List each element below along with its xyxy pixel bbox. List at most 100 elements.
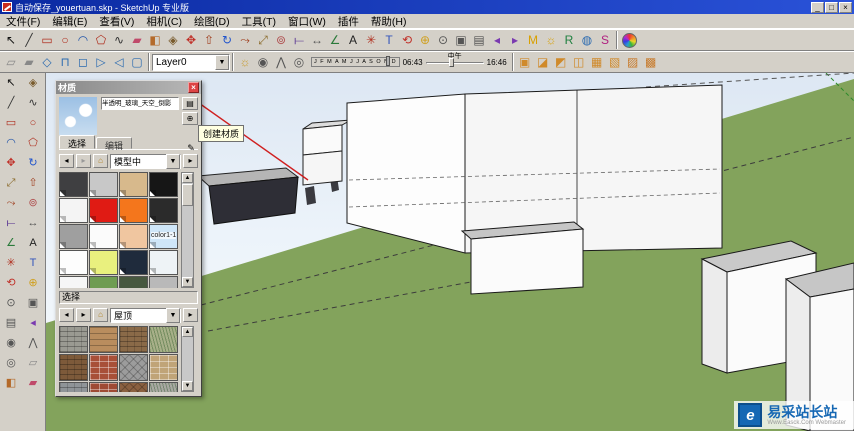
solid-union-icon[interactable]: ▣ [516, 53, 534, 71]
chevron-down-icon[interactable]: ▼ [166, 307, 180, 323]
layer-combobox[interactable]: Layer0 ▼ [152, 53, 230, 71]
menu-edit[interactable]: 编辑(E) [46, 14, 93, 29]
scroll-up-icon[interactable]: ▲ [182, 327, 193, 337]
protractor-icon[interactable]: ∠ [1, 234, 21, 253]
pan-tool-icon[interactable]: ⊕ [416, 31, 434, 49]
arc-tool-icon[interactable]: ◠ [74, 31, 92, 49]
polygon-tool-icon[interactable]: ⬠ [92, 31, 110, 49]
texture-clay-tiles[interactable] [89, 326, 118, 353]
back-view-icon[interactable]: ▢ [128, 53, 146, 71]
3d-text-icon[interactable]: T [23, 254, 43, 273]
orbit-tool-icon[interactable]: ⟲ [398, 31, 416, 49]
texture-brown-shingles[interactable] [119, 326, 148, 353]
offset-tool-icon[interactable]: ⊚ [272, 31, 290, 49]
texture-gray-shingles[interactable] [59, 326, 88, 353]
texture-green-roof[interactable] [149, 326, 178, 353]
zoom-tool-icon[interactable]: ⊙ [1, 294, 21, 313]
push-pull-icon[interactable]: ⇧ [200, 31, 218, 49]
freehand-tool-icon[interactable]: ∿ [23, 94, 43, 113]
rectangle-tool-icon[interactable]: ▭ [1, 114, 21, 133]
push-pull-icon[interactable]: ⇧ [23, 174, 43, 193]
polygon-tool-icon[interactable]: ⬠ [23, 134, 43, 153]
scale-tool-icon[interactable]: ⤢ [1, 174, 21, 193]
sample-paint-icon[interactable]: ✎ [184, 142, 198, 156]
scroll-down-icon[interactable]: ▼ [182, 277, 193, 287]
text-tool-icon[interactable]: A [344, 31, 362, 49]
material-swatch[interactable]: color1-1 [149, 224, 178, 249]
solid-split-icon[interactable]: ▦ [588, 53, 606, 71]
zoom-window-icon[interactable]: ▣ [452, 31, 470, 49]
minimize-button[interactable]: _ [811, 1, 824, 13]
rotate-tool-icon[interactable]: ↻ [218, 31, 236, 49]
section-plane-icon[interactable]: ▱ [2, 53, 20, 71]
move-tool-icon[interactable]: ✥ [1, 154, 21, 173]
model-viewport[interactable]: 材质 × 半透明_玻璃_天空_倒影 ▤ ⊕ ✎ 选择 编辑 ◂ ▸ ⌂ 模型中 … [46, 73, 854, 431]
material-swatch[interactable] [89, 250, 118, 275]
details-arrow-icon[interactable]: ▸ [183, 308, 198, 322]
eraser-tool-icon[interactable]: ▰ [128, 31, 146, 49]
material-swatch[interactable] [119, 198, 148, 223]
shadow-time-slider[interactable]: 中午 [425, 53, 484, 67]
zoom-extents-icon[interactable]: ▤ [470, 31, 488, 49]
date-slider-thumb[interactable] [385, 56, 390, 66]
scrollbar-thumb[interactable] [182, 184, 193, 206]
zoom-window-icon[interactable]: ▣ [23, 294, 43, 313]
paint-bucket-icon[interactable]: ◧ [1, 374, 21, 393]
follow-me-icon[interactable]: ⤳ [1, 194, 21, 213]
home-icon[interactable]: ⌂ [93, 154, 108, 168]
section-fill-icon[interactable]: ▰ [20, 53, 38, 71]
material-swatch[interactable] [149, 172, 178, 197]
display-secondary-pane-button[interactable]: ▤ [182, 97, 198, 110]
previous-view-icon[interactable]: ◂ [488, 31, 506, 49]
texture-brick-small[interactable] [89, 382, 118, 392]
front-view-icon[interactable]: ◻ [74, 53, 92, 71]
material-swatch[interactable] [149, 250, 178, 275]
menu-view[interactable]: 查看(V) [93, 14, 140, 29]
back-arrow-icon[interactable]: ◂ [59, 308, 74, 322]
pan-tool-icon[interactable]: ⊕ [23, 274, 43, 293]
color-wheel-icon[interactable] [620, 31, 638, 49]
menu-draw[interactable]: 绘图(D) [188, 14, 236, 29]
make-component-icon[interactable]: ◈ [164, 31, 182, 49]
chevron-down-icon[interactable]: ▼ [215, 54, 229, 70]
material-swatch[interactable] [149, 198, 178, 223]
section-plane-icon[interactable]: ▱ [23, 354, 43, 373]
protractor-icon[interactable]: ∠ [326, 31, 344, 49]
material-name-field[interactable]: 半透明_玻璃_天空_倒影 [101, 97, 179, 110]
tape-measure-icon[interactable]: ⟝ [290, 31, 308, 49]
scroll-down-icon[interactable]: ▼ [182, 381, 193, 391]
follow-me-icon[interactable]: ⤳ [236, 31, 254, 49]
position-camera-icon[interactable]: ◉ [254, 53, 272, 71]
zoom-tool-icon[interactable]: ⊙ [434, 31, 452, 49]
material-swatch[interactable] [119, 172, 148, 197]
material-swatch[interactable] [59, 198, 88, 223]
material-swatch[interactable] [119, 250, 148, 275]
menu-window[interactable]: 窗口(W) [282, 14, 332, 29]
circle-tool-icon[interactable]: ○ [56, 31, 74, 49]
material-swatch[interactable] [59, 224, 88, 249]
make-component-icon[interactable]: ◈ [23, 74, 43, 93]
iso-view-icon[interactable]: ◇ [38, 53, 56, 71]
menu-tools[interactable]: 工具(T) [236, 14, 282, 29]
back-arrow-icon[interactable]: ◂ [59, 154, 74, 168]
small-box-lower[interactable] [302, 150, 343, 186]
arc-tool-icon[interactable]: ◠ [1, 134, 21, 153]
walk-tool-icon[interactable]: ⋀ [272, 53, 290, 71]
solid-subtract-icon[interactable]: ◪ [534, 53, 552, 71]
library-combobox[interactable]: 屋顶 ▼ [110, 307, 181, 323]
step-box-front[interactable] [470, 228, 584, 295]
move-tool-icon[interactable]: ✥ [182, 31, 200, 49]
material-swatch[interactable] [119, 276, 148, 288]
in-model-combobox[interactable]: 模型中 ▼ [110, 153, 181, 169]
texture-tan-stone[interactable] [149, 354, 178, 381]
rotate-tool-icon[interactable]: ↻ [23, 154, 43, 173]
material-swatch[interactable] [59, 172, 88, 197]
style-badge-icon[interactable]: S [596, 31, 614, 49]
eraser-tool-icon[interactable]: ▰ [23, 374, 43, 393]
swatch-scrollbar[interactable]: ▲ ▼ [181, 172, 194, 288]
shadow-toggle-icon[interactable]: ☼ [236, 53, 254, 71]
paint-bucket-icon[interactable]: ◧ [146, 31, 164, 49]
material-swatch[interactable] [59, 250, 88, 275]
axes-tool-icon[interactable]: ✳ [1, 254, 21, 273]
left-view-icon[interactable]: ◁ [110, 53, 128, 71]
